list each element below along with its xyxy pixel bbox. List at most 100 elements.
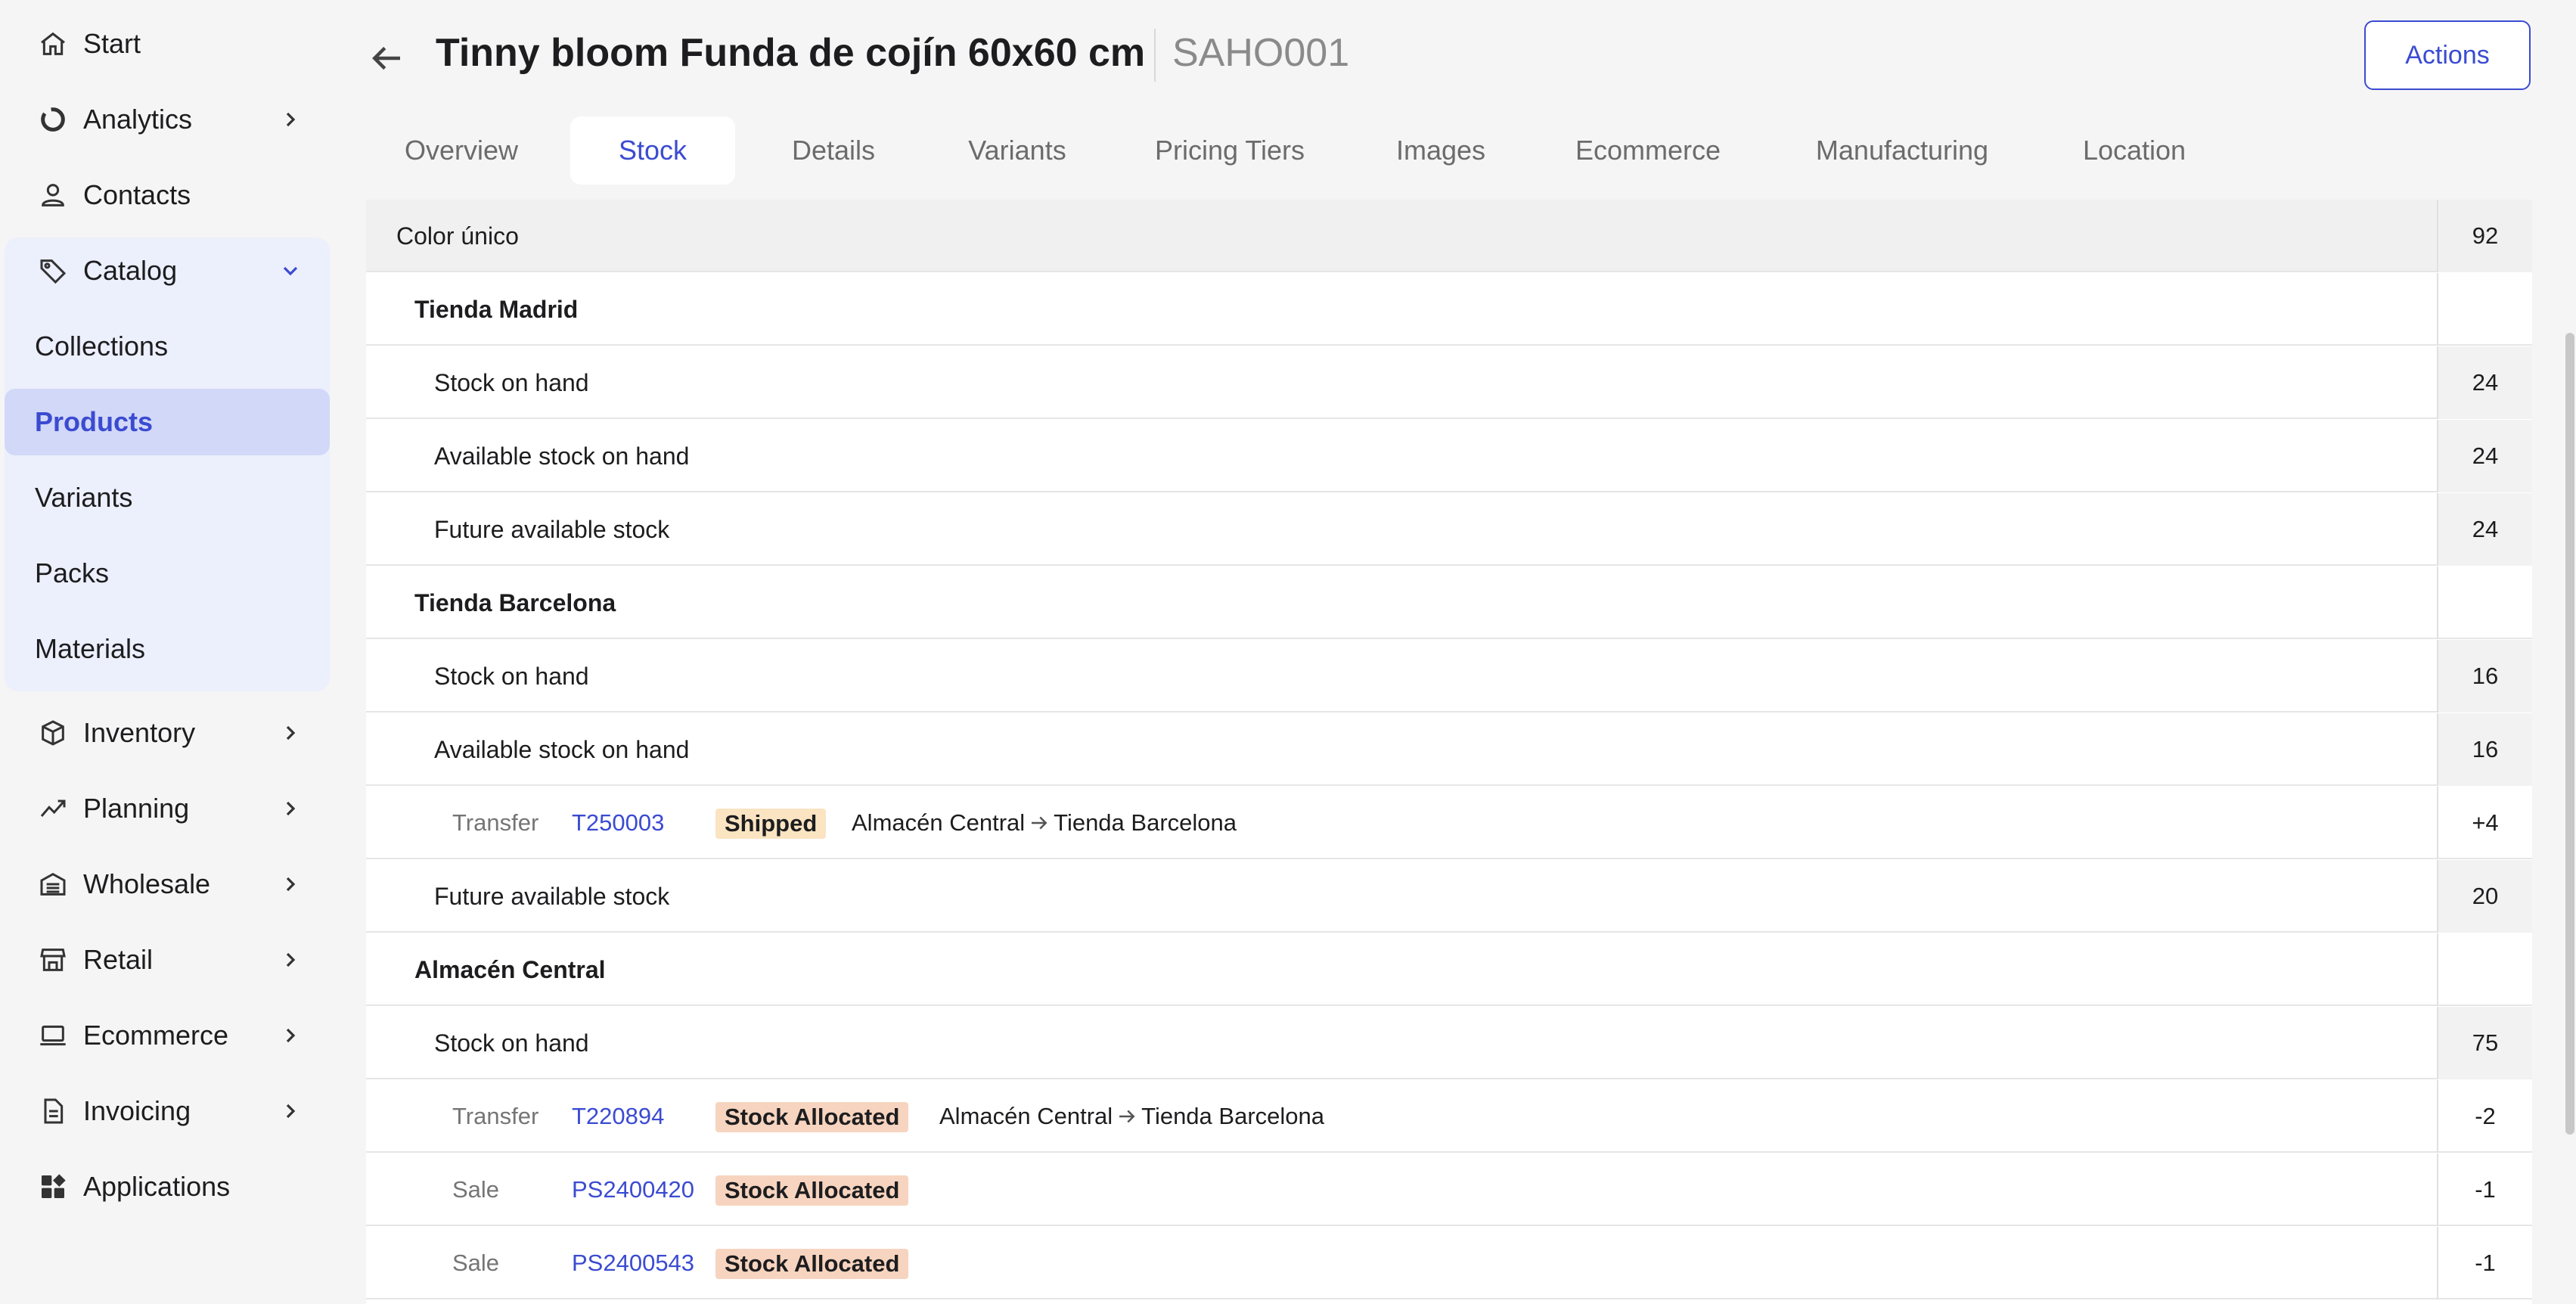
sidebar-item-planning[interactable]: Planning bbox=[5, 775, 330, 842]
tab-location[interactable]: Location bbox=[2065, 116, 2204, 185]
trend-icon bbox=[40, 799, 66, 817]
status-badge: Stock Allocated bbox=[715, 1249, 909, 1279]
chevron-right-icon bbox=[286, 801, 296, 816]
sidebar-item-wholesale[interactable]: Wholesale bbox=[5, 851, 330, 917]
chevron-right-icon bbox=[286, 952, 296, 967]
movement-ref-link[interactable]: PS2400543 bbox=[572, 1227, 694, 1299]
table-row: Stock on hand 24 bbox=[366, 346, 2532, 419]
scrollbar-thumb[interactable] bbox=[2565, 333, 2574, 1135]
sidebar-item-inventory[interactable]: Inventory bbox=[5, 700, 330, 766]
movement-type: Transfer bbox=[452, 809, 539, 836]
tab-overview[interactable]: Overview bbox=[383, 116, 540, 185]
sidebar-item-packs[interactable]: Packs bbox=[5, 540, 330, 607]
movement-route: Almacén Central Tienda Barcelona bbox=[852, 787, 1237, 859]
chevron-right-icon bbox=[286, 725, 296, 740]
tab-pricing-tiers[interactable]: Pricing Tiers bbox=[1141, 116, 1319, 185]
sidebar-item-applications[interactable]: Applications bbox=[5, 1153, 330, 1220]
available-stock-label: Available stock on hand bbox=[434, 735, 690, 763]
movement-ref-link[interactable]: PS2400420 bbox=[572, 1153, 694, 1226]
sidebar-item-label: Invoicing bbox=[83, 1095, 191, 1126]
status-badge: Shipped bbox=[715, 809, 827, 839]
store-icon bbox=[40, 949, 66, 971]
status-badge: Stock Allocated bbox=[715, 1102, 909, 1132]
stock-table: Color único 92 Tienda Madrid Stock on ha… bbox=[366, 200, 2532, 1304]
sidebar-item-label: Catalog bbox=[83, 255, 178, 286]
sidebar-item-label: Planning bbox=[83, 793, 190, 824]
tab-variants[interactable]: Variants bbox=[953, 116, 1082, 185]
tag-icon bbox=[40, 259, 67, 284]
route-to: Tienda Barcelona bbox=[1141, 1103, 1324, 1129]
chevron-right-icon bbox=[286, 877, 296, 892]
tab-images[interactable]: Images bbox=[1376, 116, 1505, 185]
future-stock-value: 24 bbox=[2437, 493, 2532, 566]
value-cell bbox=[2437, 567, 2532, 639]
movement-qty: -1 bbox=[2437, 1227, 2532, 1299]
stock-on-hand-value: 75 bbox=[2437, 1007, 2532, 1079]
analytics-icon bbox=[41, 107, 65, 132]
sidebar-item-ecommerce[interactable]: Ecommerce bbox=[5, 1002, 330, 1069]
chevron-right-icon bbox=[286, 1028, 296, 1043]
actions-button[interactable]: Actions bbox=[2364, 20, 2531, 90]
table-row-location: Tienda Madrid bbox=[366, 273, 2532, 346]
sidebar-item-label: Inventory bbox=[83, 717, 196, 748]
sidebar-item-collections[interactable]: Collections bbox=[5, 313, 330, 380]
table-row-location: Tienda Barcelona bbox=[366, 567, 2532, 639]
route-from: Almacén Central bbox=[852, 809, 1026, 836]
movement-ref-link[interactable]: T250003 bbox=[572, 787, 664, 859]
movement-ref-link[interactable]: T220894 bbox=[572, 1080, 664, 1153]
sidebar-item-label: Contacts bbox=[83, 179, 191, 210]
chevron-right-icon bbox=[286, 112, 296, 127]
tab-stock[interactable]: Stock bbox=[570, 116, 735, 185]
user-icon bbox=[42, 184, 64, 206]
table-row-movement: Sale PS2400420 Stock Allocated -1 bbox=[366, 1153, 2532, 1226]
sidebar-item-contacts[interactable]: Contacts bbox=[5, 162, 330, 228]
sidebar-item-catalog[interactable]: Catalog bbox=[5, 238, 330, 304]
sidebar-item-label: Applications bbox=[83, 1171, 231, 1202]
sidebar-item-label: Start bbox=[83, 28, 141, 59]
movement-qty: -2 bbox=[2437, 1080, 2532, 1153]
table-row-movement: Sale PS2400543 Stock Allocated -1 bbox=[366, 1227, 2532, 1299]
tab-details[interactable]: Details bbox=[773, 116, 894, 185]
sidebar: Start Analytics Contacts Catalog Collect… bbox=[0, 0, 340, 1304]
tab-manufacturing[interactable]: Manufacturing bbox=[1792, 116, 2012, 185]
table-row-variant: Color único 92 bbox=[366, 200, 2532, 272]
future-stock-label: Future available stock bbox=[434, 515, 670, 543]
movement-type: Transfer bbox=[452, 1103, 539, 1129]
product-sku: SAHO001 bbox=[1172, 31, 1350, 75]
back-arrow-icon[interactable] bbox=[366, 38, 407, 79]
sidebar-item-analytics[interactable]: Analytics bbox=[5, 86, 330, 153]
movement-type: Sale bbox=[452, 1250, 500, 1276]
sidebar-item-label: Ecommerce bbox=[83, 1020, 229, 1051]
route-from: Almacén Central bbox=[939, 1103, 1113, 1129]
document-icon bbox=[44, 1098, 64, 1124]
arrow-right-icon bbox=[1119, 1110, 1135, 1123]
sidebar-item-retail[interactable]: Retail bbox=[5, 927, 330, 993]
location-name: Almacén Central bbox=[414, 955, 606, 983]
page-title: Tinny bloom Funda de cojín 60x60 cm bbox=[436, 31, 1146, 75]
sidebar-item-materials[interactable]: Materials bbox=[5, 616, 330, 682]
box-icon bbox=[42, 720, 64, 746]
sidebar-item-start[interactable]: Start bbox=[5, 11, 330, 77]
sidebar-item-variants[interactable]: Variants bbox=[5, 464, 330, 531]
value-cell bbox=[2437, 933, 2532, 1006]
status-badge: Stock Allocated bbox=[715, 1175, 909, 1206]
table-row-movement: Transfer T220894 Stock Allocated Almacén… bbox=[366, 1080, 2532, 1153]
table-row: Future available stock 24 bbox=[366, 493, 2532, 566]
sidebar-item-products[interactable]: Products bbox=[5, 389, 330, 455]
available-stock-label: Available stock on hand bbox=[434, 442, 690, 470]
sidebar-item-label: Analytics bbox=[83, 104, 193, 135]
table-row-movement: Transfer T250003 Shipped Almacén Central… bbox=[366, 787, 2532, 859]
variant-name: Color único bbox=[396, 222, 519, 250]
table-row: Available stock on hand 16 bbox=[366, 713, 2532, 786]
chevron-right-icon bbox=[286, 1104, 296, 1119]
tab-ecommerce[interactable]: Ecommerce bbox=[1561, 116, 1735, 185]
laptop-icon bbox=[40, 1025, 66, 1046]
location-name: Tienda Madrid bbox=[414, 295, 579, 323]
sidebar-item-invoicing[interactable]: Invoicing bbox=[5, 1078, 330, 1144]
route-to: Tienda Barcelona bbox=[1054, 809, 1237, 836]
location-name: Tienda Barcelona bbox=[414, 588, 616, 616]
apps-icon bbox=[42, 1174, 66, 1198]
arrow-right-icon bbox=[1032, 816, 1047, 830]
movement-route: Almacén Central Tienda Barcelona bbox=[939, 1080, 1324, 1153]
value-cell bbox=[2437, 273, 2532, 346]
